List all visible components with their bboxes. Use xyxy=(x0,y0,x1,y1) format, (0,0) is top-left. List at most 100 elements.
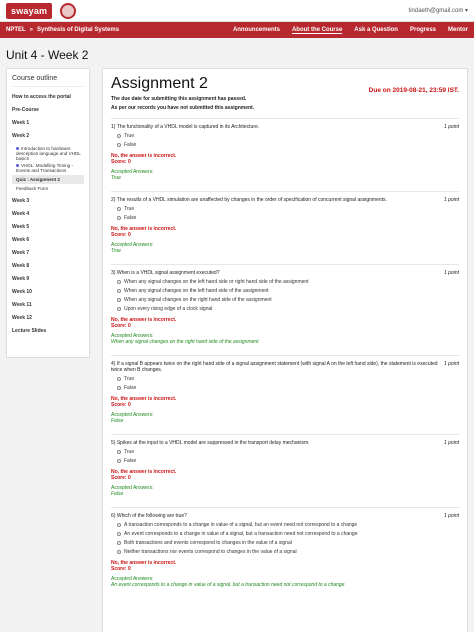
accepted-answer: False xyxy=(111,418,124,424)
sidebar-sub-timing[interactable]: VHDL: Modelling Timing - Events and Tran… xyxy=(12,163,84,173)
question-points: 1 point xyxy=(443,361,459,367)
questions-list: 1) The functionality of a VHDL model is … xyxy=(111,118,459,592)
answer-option[interactable]: When any signal changes on the right han… xyxy=(111,297,459,303)
breadcrumb-separator: » xyxy=(29,27,34,33)
radio-icon[interactable] xyxy=(117,307,121,311)
sidebar-item-lecture-slides[interactable]: Lecture Slides xyxy=(12,328,84,334)
answer-option[interactable]: True xyxy=(111,206,459,212)
radio-icon[interactable] xyxy=(117,216,121,220)
option-label: False xyxy=(124,215,137,221)
sidebar-sub-quiz[interactable]: Quiz : Assignment 2 xyxy=(12,175,84,184)
radio-icon[interactable] xyxy=(117,550,121,554)
question-block: 6) Which of the following are true? 1 poi… xyxy=(111,507,459,592)
radio-icon[interactable] xyxy=(117,134,121,138)
sidebar-item-week11[interactable]: Week 11 xyxy=(12,302,84,308)
option-label: False xyxy=(124,385,137,391)
answer-option[interactable]: True xyxy=(111,133,459,139)
radio-icon[interactable] xyxy=(117,377,121,381)
sidebar-item-week5[interactable]: Week 5 xyxy=(12,224,84,230)
nav-announcements[interactable]: Announcements xyxy=(233,27,280,34)
answer-option[interactable]: When any signal changes on the left hand… xyxy=(111,279,459,285)
answer-option[interactable]: False xyxy=(111,215,459,221)
sidebar-item-week8[interactable]: Week 8 xyxy=(12,263,84,269)
accepted-answer: False xyxy=(111,491,124,497)
radio-icon[interactable] xyxy=(117,532,121,536)
accepted-answer: True xyxy=(111,248,121,254)
radio-icon[interactable] xyxy=(117,541,121,545)
question-block: 4) If a signal B appears twice on the ri… xyxy=(111,355,459,428)
sidebar-item-portal[interactable]: How to access the portal xyxy=(12,94,84,100)
question-header: 5) Spikes at the input to a VHDL model a… xyxy=(111,440,459,446)
score-text: Score: 0 xyxy=(111,159,131,165)
sidebar-item-week10[interactable]: Week 10 xyxy=(12,289,84,295)
nav-about-course[interactable]: About the Course xyxy=(291,27,343,34)
course-nav: NPTEL » Synthesis of Digital Systems Ann… xyxy=(0,22,474,38)
option-label: An event corresponds to a change in valu… xyxy=(124,531,358,537)
assignment-panel: Assignment 2 Due on 2019-08-21, 23:59 IS… xyxy=(102,68,468,632)
due-date: Due on 2019-08-21, 23:59 IST. xyxy=(368,87,459,94)
option-label: True xyxy=(124,206,135,212)
question-header: 1) The functionality of a VHDL model is … xyxy=(111,124,459,130)
answer-option[interactable]: False xyxy=(111,142,459,148)
answer-option[interactable]: When any signal changes on the left hand… xyxy=(111,288,459,294)
option-label: True xyxy=(124,133,135,139)
sidebar-sub-intro-vhdl[interactable]: Introduction to hardware description lan… xyxy=(12,146,84,161)
answer-option[interactable]: Both transactions and events correspond … xyxy=(111,540,459,546)
question-text: 1) The functionality of a VHDL model is … xyxy=(111,124,260,130)
sidebar-item-week3[interactable]: Week 3 xyxy=(12,198,84,204)
radio-icon[interactable] xyxy=(117,386,121,390)
answer-option[interactable]: True xyxy=(111,449,459,455)
swayam-logo[interactable]: swayam xyxy=(6,2,53,19)
nav-progress[interactable]: Progress xyxy=(410,27,436,34)
bullet-icon xyxy=(16,164,19,167)
question-block: 5) Spikes at the input to a VHDL model a… xyxy=(111,434,459,501)
score-text: Score: 0 xyxy=(111,402,131,408)
radio-icon[interactable] xyxy=(117,289,121,293)
sidebar-item-week6[interactable]: Week 6 xyxy=(12,237,84,243)
answer-option[interactable]: Neither transactions nor events correspo… xyxy=(111,549,459,555)
user-menu[interactable]: tindaeth@gmail.com ▾ xyxy=(409,7,468,14)
option-label: True xyxy=(124,376,135,382)
radio-icon[interactable] xyxy=(117,298,121,302)
answer-option[interactable]: Upon every rising edge of a clock signal xyxy=(111,306,459,312)
score-text: Score: 0 xyxy=(111,232,131,238)
course-link[interactable]: Synthesis of Digital Systems xyxy=(37,27,119,33)
nptel-link[interactable]: NPTEL xyxy=(6,27,26,33)
answer-option[interactable]: False xyxy=(111,385,459,391)
accepted-answer: An event corresponds to a change in valu… xyxy=(111,582,345,588)
question-text: 4) If a signal B appears twice on the ri… xyxy=(111,361,438,373)
radio-icon[interactable] xyxy=(117,143,121,147)
sidebar-item-week12[interactable]: Week 12 xyxy=(12,315,84,321)
option-label: True xyxy=(124,449,135,455)
option-label: False xyxy=(124,142,137,148)
sidebar-item-week1[interactable]: Week 1 xyxy=(12,120,84,126)
answer-option[interactable]: True xyxy=(111,376,459,382)
score-text: Score: 0 xyxy=(111,323,131,329)
accepted-answer: True xyxy=(111,175,121,181)
page-title: Unit 4 - Week 2 xyxy=(6,48,89,62)
sidebar-item-week4[interactable]: Week 4 xyxy=(12,211,84,217)
top-bar: swayam tindaeth@gmail.com ▾ xyxy=(0,0,474,22)
question-points: 1 point xyxy=(443,513,459,519)
option-label: When any signal changes on the left hand… xyxy=(124,288,269,294)
sidebar-sub-feedback[interactable]: Feedback Form xyxy=(12,186,84,191)
sidebar-item-week2[interactable]: Week 2 xyxy=(12,133,84,139)
deadline-notice: The due date for submitting this assignm… xyxy=(111,96,247,102)
radio-icon[interactable] xyxy=(117,280,121,284)
option-label: When any signal changes on the right han… xyxy=(124,297,272,303)
radio-icon[interactable] xyxy=(117,459,121,463)
nav-mentor[interactable]: Mentor xyxy=(448,27,468,34)
nav-ask-question[interactable]: Ask a Question xyxy=(354,27,398,34)
sidebar-item-week7[interactable]: Week 7 xyxy=(12,250,84,256)
question-header: 4) If a signal B appears twice on the ri… xyxy=(111,361,459,373)
sidebar-item-week9[interactable]: Week 9 xyxy=(12,276,84,282)
radio-icon[interactable] xyxy=(117,207,121,211)
answer-option[interactable]: False xyxy=(111,458,459,464)
option-label: Neither transactions nor events correspo… xyxy=(124,549,297,555)
answer-option[interactable]: A transaction corresponds to a change in… xyxy=(111,522,459,528)
radio-icon[interactable] xyxy=(117,523,121,527)
radio-icon[interactable] xyxy=(117,450,121,454)
sidebar-item-precourse[interactable]: Pre-Course xyxy=(12,107,84,113)
question-block: 2) The results of a VHDL simulation are … xyxy=(111,191,459,258)
answer-option[interactable]: An event corresponds to a change in valu… xyxy=(111,531,459,537)
